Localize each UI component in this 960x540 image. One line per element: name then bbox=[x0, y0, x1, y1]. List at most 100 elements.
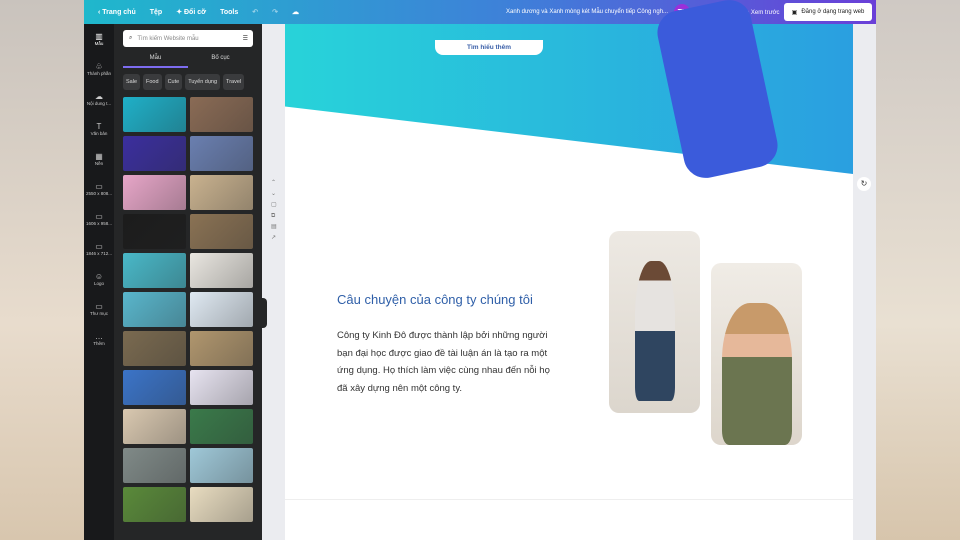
category-chip[interactable]: Travel bbox=[223, 74, 245, 90]
preview-label: Xem trước bbox=[750, 9, 780, 16]
section-divider bbox=[285, 499, 853, 500]
rail-label: Nội dung t... bbox=[86, 101, 112, 106]
template-grid bbox=[123, 97, 253, 522]
template-thumbnail[interactable] bbox=[190, 136, 253, 171]
side-rail: ▥ Mẫu ♧ Thành phần ☁ Nội dung t... T Văn bản ▦ Nề… bbox=[84, 24, 114, 540]
category-chip[interactable]: Food bbox=[143, 74, 162, 90]
template-thumbnail[interactable] bbox=[123, 214, 186, 249]
panel-tabs: Mẫu Bố cục bbox=[123, 52, 253, 68]
search-placeholder: Tìm kiếm Website mẫu bbox=[137, 35, 199, 42]
rail-item[interactable]: … Thêm bbox=[84, 324, 114, 354]
rail-icon: T bbox=[96, 122, 102, 131]
back-label: Trang chủ bbox=[102, 8, 136, 16]
rail-item[interactable]: ▭ 2550 x 808... bbox=[84, 174, 114, 204]
template-thumbnail[interactable] bbox=[123, 292, 186, 327]
rail-label: Văn bản bbox=[90, 131, 108, 136]
template-thumbnail[interactable] bbox=[123, 136, 186, 171]
rail-item[interactable]: ☁ Nội dung t... bbox=[84, 84, 114, 114]
rail-icon: ☁ bbox=[95, 92, 103, 101]
rail-label: Logo bbox=[93, 281, 104, 286]
document-title[interactable]: Xanh dương và Xanh mòng két Mẫu chuyển t… bbox=[506, 9, 668, 15]
rail-icon: ☺ bbox=[94, 272, 104, 281]
learn-more-button[interactable]: Tìm hiểu thêm bbox=[435, 40, 543, 55]
chevron-down-icon[interactable]: ⌄ bbox=[271, 189, 277, 200]
rail-icon: ▥ bbox=[95, 32, 103, 41]
tab-templates[interactable]: Mẫu bbox=[123, 52, 188, 68]
trash-icon[interactable]: ▤ bbox=[271, 222, 277, 233]
template-thumbnail[interactable] bbox=[190, 253, 253, 288]
rail-label: 1846 x 712... bbox=[85, 251, 113, 256]
template-search-input[interactable]: ⌕ Tìm kiếm Website mẫu ☰ bbox=[123, 30, 253, 47]
rail-item[interactable]: T Văn bản bbox=[84, 114, 114, 144]
resize-button[interactable]: ✦ Đổi cỡ bbox=[176, 8, 206, 16]
website-canvas[interactable]: Tìm hiểu thêm Câu chuyện của công ty chú… bbox=[285, 0, 853, 540]
undo-icon[interactable]: ↶ bbox=[252, 8, 258, 16]
publish-icon: ▣ bbox=[791, 9, 798, 16]
editor-app: ‹ Trang chủ Tệp ✦ Đổi cỡ Tools ↶ ↷ ☁ Xan… bbox=[84, 0, 876, 540]
template-thumbnail[interactable] bbox=[123, 175, 186, 210]
template-thumbnail[interactable] bbox=[190, 448, 253, 483]
template-thumbnail[interactable] bbox=[123, 370, 186, 405]
template-thumbnail[interactable] bbox=[190, 370, 253, 405]
template-thumbnail[interactable] bbox=[123, 448, 186, 483]
rail-item[interactable]: ▭ Thư mục bbox=[84, 294, 114, 324]
cloud-save-icon[interactable]: ☁ bbox=[292, 8, 299, 16]
rail-item[interactable]: ☺ Logo bbox=[84, 264, 114, 294]
page-tools: ⌃ ⌄ ▢ ⧉ ▤ ↗ bbox=[271, 178, 277, 244]
template-thumbnail[interactable] bbox=[123, 487, 186, 522]
template-thumbnail[interactable] bbox=[190, 97, 253, 132]
rail-icon: ▭ bbox=[95, 182, 103, 191]
tools-menu[interactable]: Tools bbox=[220, 9, 238, 16]
tab-layouts[interactable]: Bố cục bbox=[188, 52, 253, 68]
rail-icon: … bbox=[95, 332, 103, 341]
publish-website-button[interactable]: ▣ Đăng ở dạng trang web bbox=[784, 3, 872, 21]
collapse-panel-handle[interactable] bbox=[261, 298, 267, 328]
founder-photo-2[interactable] bbox=[711, 263, 802, 445]
template-thumbnail[interactable] bbox=[190, 214, 253, 249]
templates-panel: ⌕ Tìm kiếm Website mẫu ☰ Mẫu Bố cục Sale Fo… bbox=[114, 24, 262, 540]
template-thumbnail[interactable] bbox=[123, 97, 186, 132]
file-menu[interactable]: Tệp bbox=[150, 9, 162, 16]
lock-icon[interactable]: ▢ bbox=[271, 200, 277, 211]
story-body[interactable]: Công ty Kinh Đô được thành lập bởi những… bbox=[337, 327, 557, 397]
rail-label: 1606 x 958... bbox=[85, 221, 113, 226]
template-thumbnail[interactable] bbox=[190, 331, 253, 366]
rail-label: Thành phần bbox=[86, 71, 112, 76]
rail-icon: ▦ bbox=[95, 152, 103, 161]
rail-icon: ▭ bbox=[95, 302, 103, 311]
rail-item[interactable]: ▥ Mẫu bbox=[84, 24, 114, 54]
filter-icon[interactable]: ☰ bbox=[243, 35, 248, 42]
template-thumbnail[interactable] bbox=[123, 331, 186, 366]
story-heading[interactable]: Câu chuyện của công ty chúng tôi bbox=[337, 292, 533, 307]
rail-icon: ▭ bbox=[95, 212, 103, 221]
rail-item[interactable]: ▭ 1606 x 958... bbox=[84, 204, 114, 234]
template-thumbnail[interactable] bbox=[190, 292, 253, 327]
refresh-icon[interactable]: ↻ bbox=[857, 177, 871, 191]
rail-icon: ▭ bbox=[95, 242, 103, 251]
template-thumbnail[interactable] bbox=[123, 253, 186, 288]
duplicate-icon[interactable]: ⧉ bbox=[271, 211, 277, 222]
rail-label: 2550 x 808... bbox=[85, 191, 113, 196]
rail-item[interactable]: ▦ Nền bbox=[84, 144, 114, 174]
back-home-button[interactable]: ‹ Trang chủ bbox=[98, 9, 136, 16]
category-chip[interactable]: Sale bbox=[123, 74, 141, 90]
chevron-up-icon[interactable]: ⌃ bbox=[271, 178, 277, 189]
search-icon: ⌕ bbox=[129, 35, 133, 41]
template-thumbnail[interactable] bbox=[123, 409, 186, 444]
background-left bbox=[0, 0, 84, 540]
rail-label: Mẫu bbox=[94, 41, 104, 46]
category-chips: Sale Food Cute Tuyển dụng Travel bbox=[123, 74, 245, 90]
redo-icon[interactable]: ↷ bbox=[272, 8, 278, 16]
rail-item[interactable]: ▭ 1846 x 712... bbox=[84, 234, 114, 264]
person-figure bbox=[721, 303, 792, 445]
category-chip[interactable]: Tuyển dụng bbox=[185, 74, 221, 90]
rail-item[interactable]: ♧ Thành phần bbox=[84, 54, 114, 84]
founder-photo-1[interactable] bbox=[609, 231, 700, 413]
export-icon[interactable]: ↗ bbox=[271, 233, 277, 244]
template-thumbnail[interactable] bbox=[190, 409, 253, 444]
category-chip[interactable]: Cute bbox=[164, 74, 183, 90]
background-right bbox=[876, 0, 960, 540]
template-thumbnail[interactable] bbox=[190, 487, 253, 522]
rail-icon: ♧ bbox=[95, 62, 103, 71]
template-thumbnail[interactable] bbox=[190, 175, 253, 210]
